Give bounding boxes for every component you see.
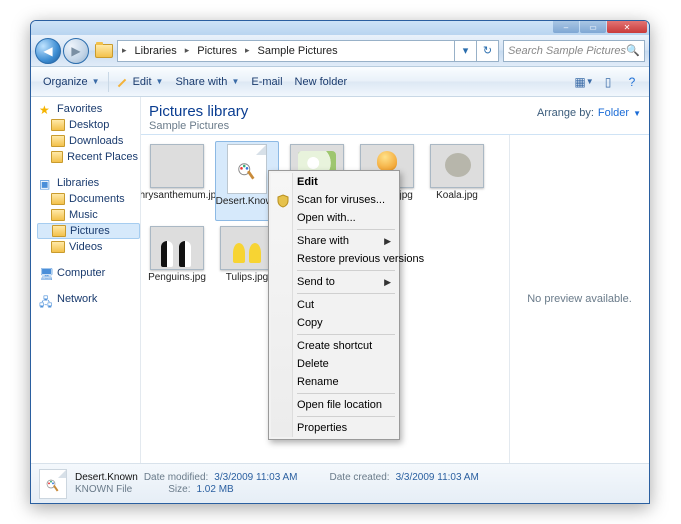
library-title: Pictures library: [149, 103, 248, 120]
back-button[interactable]: ◀: [35, 38, 61, 64]
file-item[interactable]: Chrysanthemum.jpg: [145, 141, 209, 221]
computer-icon: 🖥: [39, 267, 53, 279]
submenu-arrow-icon: ▶: [384, 236, 391, 247]
star-icon: ★: [39, 103, 53, 115]
titlebar: – ▭ ✕: [31, 21, 649, 35]
shield-icon: [276, 194, 290, 208]
breadcrumb-item[interactable]: Libraries: [131, 45, 181, 57]
sidebar-item-pictures[interactable]: Pictures: [37, 223, 140, 239]
file-label: Tulips.jpg: [226, 272, 268, 294]
thumbnail: [220, 226, 274, 270]
maximize-button[interactable]: ▭: [580, 21, 606, 33]
folder-icon: [51, 151, 63, 163]
context-item[interactable]: Cut: [271, 296, 397, 314]
context-item[interactable]: Restore previous versions: [271, 250, 397, 268]
refresh-button[interactable]: ↻: [477, 40, 499, 62]
context-item[interactable]: Rename: [271, 373, 397, 391]
navbar: ◀ ▶ ▸ Libraries ▸ Pictures ▸ Sample Pict…: [31, 35, 649, 67]
folder-icon: [51, 119, 65, 131]
context-item[interactable]: Edit: [271, 173, 397, 191]
arrange-by[interactable]: Arrange by: Folder ▼: [537, 103, 641, 119]
search-placeholder: Search Sample Pictures: [508, 45, 626, 57]
search-input[interactable]: Search Sample Pictures 🔍: [503, 40, 645, 62]
thumbnail: [150, 144, 204, 188]
sidebar-item-videos[interactable]: Videos: [37, 239, 140, 255]
folder-icon: [51, 241, 65, 253]
context-item[interactable]: Share with▶: [271, 232, 397, 250]
share-with-button[interactable]: Share with▼: [169, 73, 245, 91]
new-folder-button[interactable]: New folder: [289, 73, 354, 91]
organize-button[interactable]: Organize▼: [37, 73, 106, 91]
chevron-down-icon: ▼: [633, 109, 641, 118]
thumbnail: [430, 144, 484, 188]
status-filename: Desert.Known: [75, 472, 138, 483]
context-item[interactable]: Copy: [271, 314, 397, 332]
sidebar-libraries[interactable]: ▣Libraries: [37, 175, 140, 191]
breadcrumb-item[interactable]: Sample Pictures: [254, 45, 342, 57]
forward-button[interactable]: ▶: [63, 38, 89, 64]
breadcrumb-dropdown[interactable]: ▾: [455, 40, 477, 62]
thumbnail: [150, 226, 204, 270]
context-item[interactable]: Send to▶: [271, 273, 397, 291]
file-icon: [227, 144, 267, 194]
preview-pane-button[interactable]: ▯: [597, 72, 619, 92]
submenu-arrow-icon: ▶: [384, 277, 391, 288]
sidebar-network[interactable]: 🖧Network: [37, 291, 140, 307]
context-item[interactable]: Scan for viruses...: [271, 191, 397, 209]
help-button[interactable]: ?: [621, 72, 643, 92]
breadcrumb-item[interactable]: Pictures: [193, 45, 241, 57]
context-item[interactable]: Delete: [271, 355, 397, 373]
sidebar-item-downloads[interactable]: Downloads: [37, 133, 140, 149]
context-item[interactable]: Open with...: [271, 209, 397, 227]
context-item[interactable]: Open file location: [271, 396, 397, 414]
breadcrumb[interactable]: ▸ Libraries ▸ Pictures ▸ Sample Pictures: [117, 40, 455, 62]
library-subtitle: Sample Pictures: [149, 120, 248, 132]
sidebar-item-music[interactable]: Music: [37, 207, 140, 223]
view-button[interactable]: ▦▼: [573, 72, 595, 92]
edit-button[interactable]: Edit▼: [111, 73, 170, 91]
sidebar-computer[interactable]: 🖥Computer: [37, 265, 140, 281]
file-item[interactable]: Koala.jpg: [425, 141, 489, 221]
context-item[interactable]: Properties: [271, 419, 397, 437]
file-label: Penguins.jpg: [148, 272, 206, 294]
details-pane: Desert.Known Date modified: 3/3/2009 11:…: [31, 463, 649, 503]
file-type-icon: [39, 469, 67, 499]
content-header: Pictures library Sample Pictures Arrange…: [141, 97, 649, 135]
folder-icon: [51, 209, 65, 221]
folder-icon: [52, 225, 66, 237]
sidebar-item-documents[interactable]: Documents: [37, 191, 140, 207]
folder-icon: [95, 44, 113, 58]
preview-pane: No preview available.: [509, 135, 649, 463]
network-icon: 🖧: [39, 293, 53, 305]
sidebar-favorites[interactable]: ★Favorites: [37, 101, 140, 117]
file-label: Koala.jpg: [436, 190, 478, 212]
context-item[interactable]: Create shortcut: [271, 337, 397, 355]
sidebar-item-desktop[interactable]: Desktop: [37, 117, 140, 133]
toolbar: Organize▼ Edit▼ Share with▼ E-mail New f…: [31, 67, 649, 97]
libraries-icon: ▣: [39, 177, 53, 189]
folder-icon: [51, 193, 65, 205]
context-menu: EditScan for viruses...Open with... Share…: [268, 170, 400, 440]
sidebar: ★Favorites Desktop Downloads Recent Plac…: [31, 97, 141, 463]
edit-icon: [117, 76, 129, 88]
minimize-button[interactable]: –: [553, 21, 579, 33]
email-button[interactable]: E-mail: [245, 73, 288, 91]
file-label: Chrysanthemum.jpg: [141, 190, 222, 212]
file-item[interactable]: Penguins.jpg: [145, 223, 209, 297]
sidebar-item-recent-places[interactable]: Recent Places: [37, 149, 140, 165]
close-button[interactable]: ✕: [607, 21, 647, 33]
search-icon: 🔍: [626, 44, 640, 57]
folder-icon: [51, 135, 65, 147]
status-filetype: KNOWN File: [75, 484, 132, 495]
